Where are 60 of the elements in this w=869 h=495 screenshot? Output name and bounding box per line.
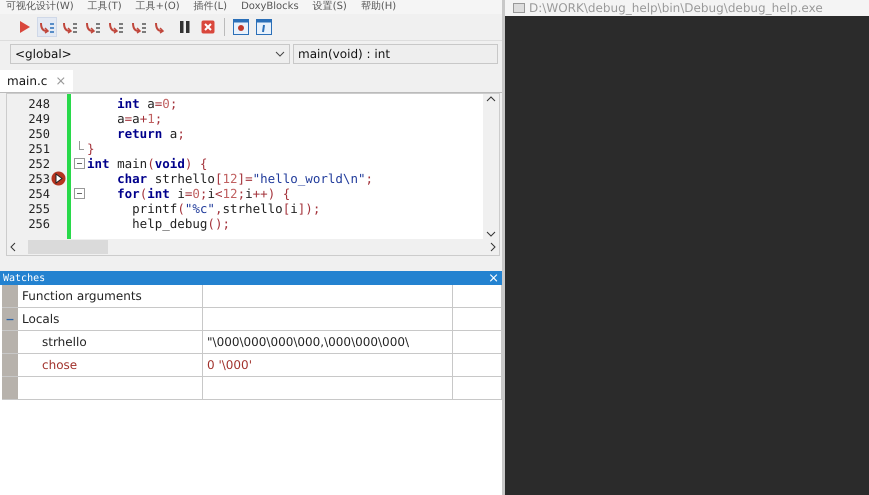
line-number: 253 — [28, 172, 50, 186]
bug-window-icon — [233, 19, 249, 35]
function-dropdown[interactable]: main(void) : int — [293, 44, 498, 64]
code-line: help_debug(); — [131, 216, 231, 231]
chevron-left-icon[interactable] — [10, 242, 16, 252]
menu-item[interactable]: 可视化设计(W) — [6, 1, 74, 13]
line-number: 249 — [28, 112, 50, 126]
step-icon — [108, 20, 124, 34]
fold-icon[interactable] — [74, 188, 84, 199]
pause-icon — [179, 20, 191, 34]
line-number: 255 — [28, 202, 50, 216]
console-title: D:\WORK\debug_help\bin\Debug\debug_help.exe — [529, 1, 823, 15]
code-line: int a=0; — [116, 96, 178, 111]
chevron-right-icon[interactable] — [490, 242, 496, 252]
code-line: printf("%c",strhello[i]); — [131, 201, 322, 216]
menu-item[interactable]: DoxyBlocks — [241, 1, 299, 13]
close-icon — [201, 20, 215, 34]
code-line: } — [87, 141, 96, 156]
scrollbar-thumb[interactable] — [28, 240, 108, 254]
play-icon — [17, 20, 31, 34]
menu-item[interactable]: 设置(S) — [312, 1, 347, 13]
watch-name: strhello — [18, 331, 203, 353]
fold-icon[interactable] — [74, 158, 84, 169]
watch-value: "\000\000\000\000,\000\000\000\ — [207, 335, 410, 349]
chevron-down-icon[interactable] — [486, 231, 496, 237]
line-number: 252 — [28, 156, 50, 170]
step-icon — [39, 20, 55, 34]
line-number: 256 — [28, 216, 50, 230]
file-tab[interactable]: main.c × — [0, 70, 74, 92]
code-line: char strhello[12]="hello_world\n"; — [116, 171, 374, 186]
code-line: int main(void) { — [87, 156, 208, 171]
chevron-down-icon — [275, 51, 285, 57]
info-window-icon — [256, 19, 272, 35]
step-icon — [62, 20, 78, 34]
scope-dropdown[interactable]: <global> — [10, 44, 290, 64]
step-icon — [131, 20, 147, 34]
watch-name: Function arguments — [18, 285, 203, 307]
code-editor[interactable]: 248 249 250 251 252 253 254 255 256 int a=0; a=a+1; return a; } int main(void) { char strhello[12]="hello_world\n"; for(int i=0;i<12;i++) { printf("%c",strhello[i]); help_debug(); — [6, 93, 500, 239]
row-header — [2, 354, 18, 376]
line-number: 250 — [28, 126, 50, 140]
console-icon — [513, 3, 525, 13]
line-number: 248 — [28, 96, 50, 110]
code-line: a=a+1; — [116, 111, 164, 126]
code-line: for(int i=0;i<12;i++) { — [116, 186, 292, 201]
close-button[interactable]: × — [488, 270, 499, 286]
line-number: 254 — [28, 186, 50, 200]
menu-item[interactable]: 工具+(O) — [136, 1, 180, 13]
toolbar-button[interactable] — [231, 17, 251, 37]
line-number: 251 — [28, 142, 50, 156]
code-line: return a; — [116, 126, 186, 141]
menu-item[interactable]: 帮助(H) — [360, 1, 396, 13]
watch-value: 0 '\000' — [207, 358, 252, 372]
row-header — [2, 377, 18, 399]
menu-item[interactable]: 工具(T) — [88, 1, 122, 13]
menu-item[interactable]: 插件(L) — [194, 1, 228, 13]
watch-name: Locals — [18, 308, 203, 330]
watch-name: chose — [18, 354, 203, 376]
chevron-up-icon[interactable] — [486, 96, 496, 102]
panel-title: Watches — [3, 272, 46, 284]
step-icon — [85, 20, 101, 34]
